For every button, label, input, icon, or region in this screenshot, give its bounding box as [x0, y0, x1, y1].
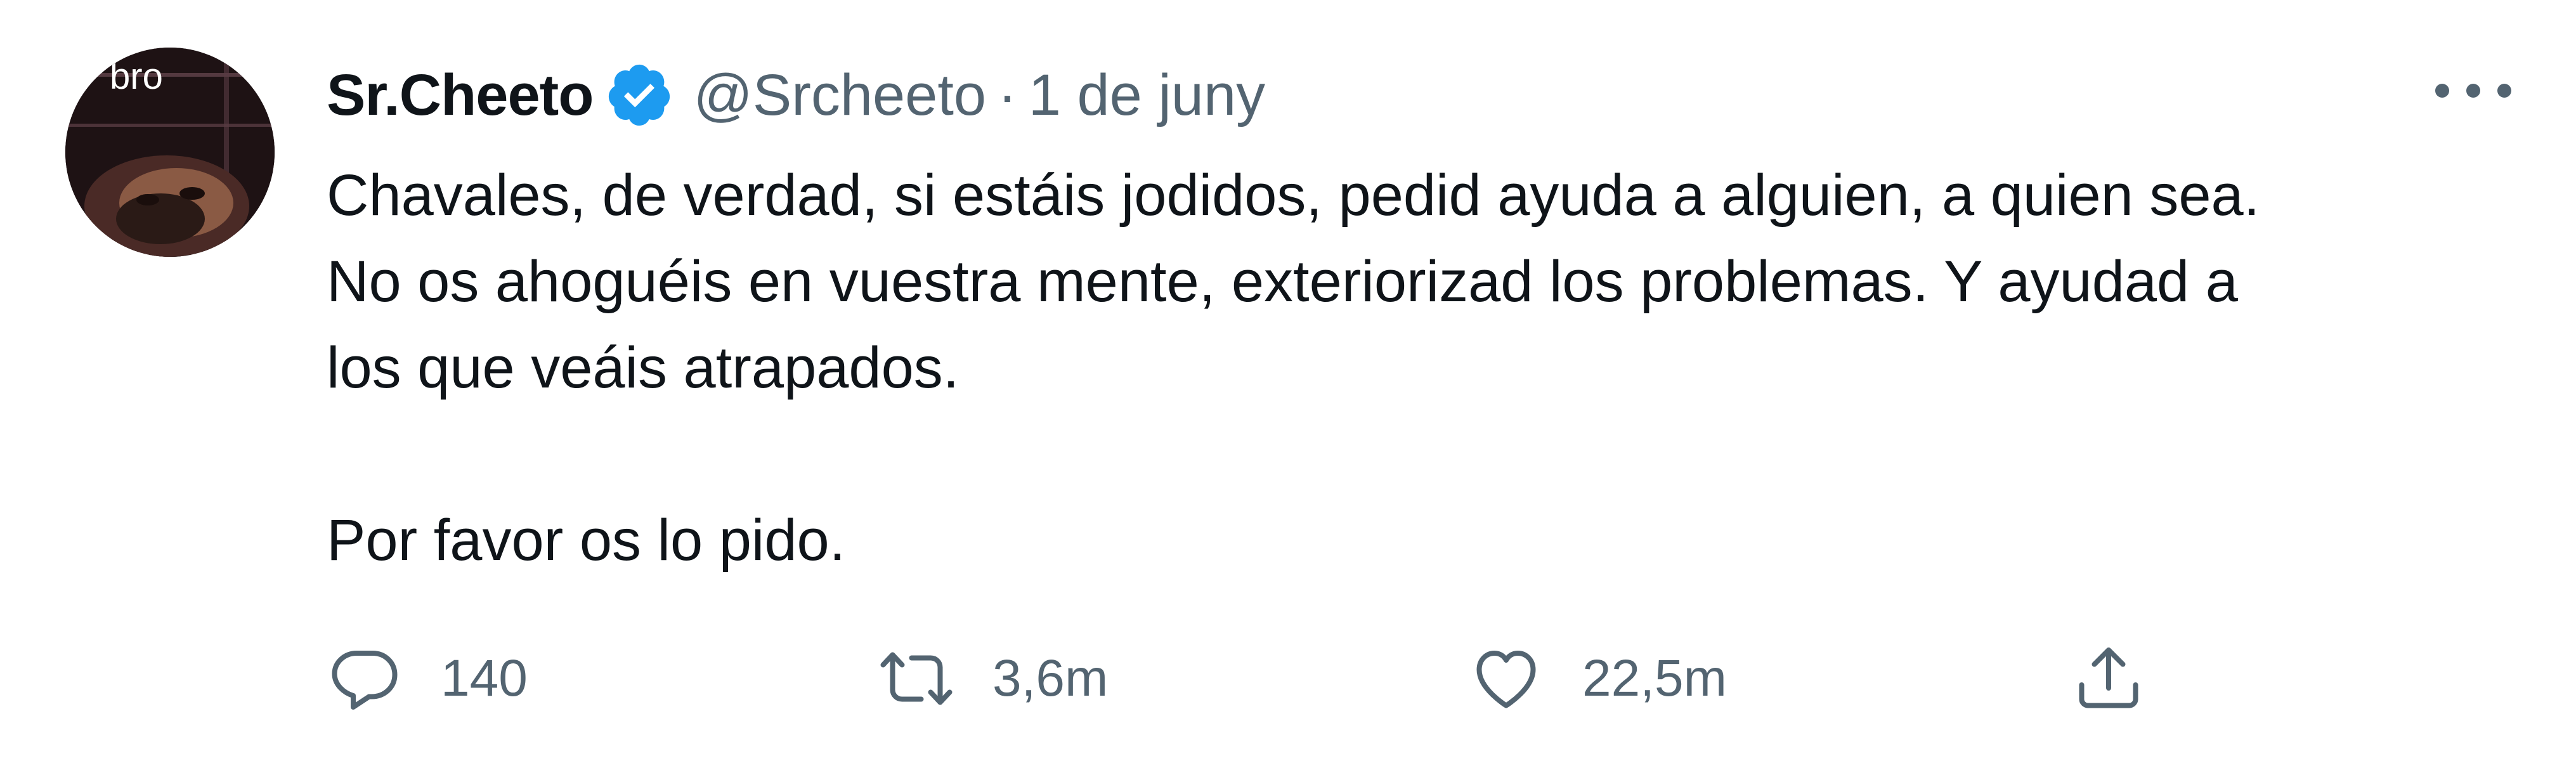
more-options-icon[interactable] [2435, 75, 2511, 107]
user-handle[interactable]: @Srcheeto [693, 62, 986, 129]
share-button[interactable] [2071, 634, 2147, 723]
reply-icon [332, 651, 398, 710]
separator-dot: · [998, 62, 1017, 127]
verified-badge-icon [604, 60, 674, 130]
reply-count: 140 [441, 649, 528, 707]
more-dot [2435, 84, 2449, 98]
avatar[interactable]: bro [65, 48, 275, 257]
share-icon [2079, 647, 2138, 708]
action-bar: 140 3,6m 22,5m [327, 634, 2229, 723]
avatar-caption: bro [110, 56, 163, 97]
retweet-icon [880, 652, 953, 705]
tweet-date[interactable]: 1 de juny [1029, 62, 1265, 129]
more-dot [2466, 84, 2480, 98]
tweet-text: Chavales, de verdad, si estáis jodidos, … [327, 163, 2260, 573]
like-button[interactable]: 22,5m [1468, 634, 1727, 723]
heart-icon [1476, 651, 1536, 708]
avatar-photo [65, 48, 275, 257]
reply-button[interactable]: 140 [327, 634, 528, 723]
display-name[interactable]: Sr.Cheeto [327, 62, 594, 129]
like-count: 22,5m [1582, 649, 1727, 707]
more-dot [2497, 84, 2511, 98]
retweet-count: 3,6m [992, 649, 1109, 707]
tweet[interactable]: bro Sr.Cheeto @Srcheeto · 1 de juny Chav… [0, 0, 2576, 761]
retweet-button[interactable]: 3,6m [878, 634, 1108, 723]
tweet-header: Sr.Cheeto @Srcheeto · 1 de juny [327, 57, 1265, 133]
